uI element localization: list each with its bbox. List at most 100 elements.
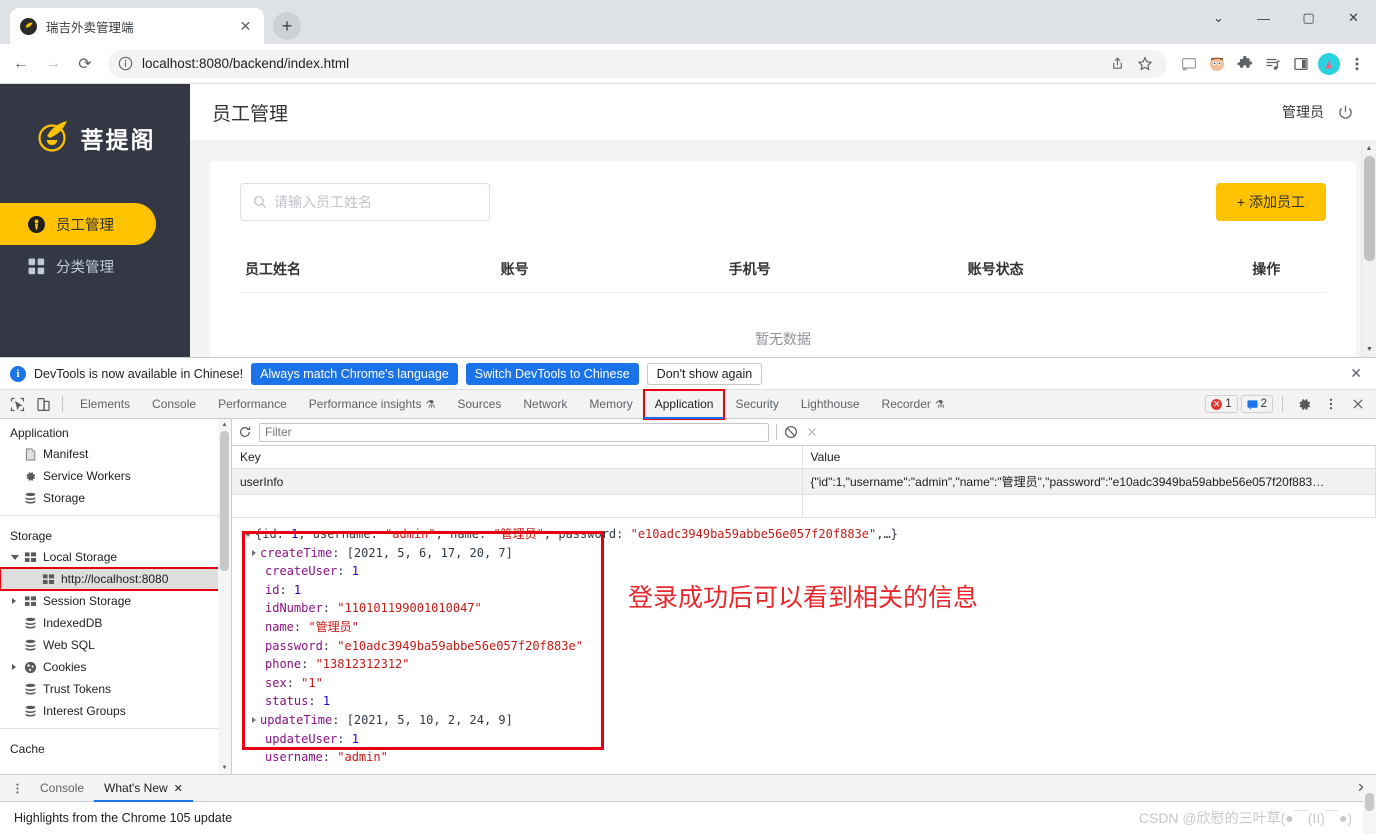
address-bar[interactable]: localhost:8080/backend/index.html [108,49,1167,78]
maximize-button[interactable]: ▢ [1286,0,1331,36]
json-property-status[interactable]: status: 1 [240,692,1376,711]
chevron-down-icon[interactable]: ⌄ [1196,0,1241,36]
json-property-sex[interactable]: sex: "1" [240,674,1376,693]
scroll-down-arrow[interactable]: ▼ [218,762,231,774]
json-property-username[interactable]: username: "admin" [240,748,1376,767]
minimize-button[interactable]: — [1241,0,1286,36]
sidebar-item-web-sql[interactable]: Web SQL [0,634,231,656]
scroll-down-arrow[interactable]: ▼ [1362,342,1376,357]
table-row[interactable]: userInfo {"id":1,"username":"admin","nam… [232,468,1376,495]
kebab-menu-icon[interactable] [1319,392,1343,416]
sidebar-item-indexeddb[interactable]: IndexedDB [0,612,231,634]
json-property-phone[interactable]: phone: "13812312312" [240,655,1376,674]
cell-value[interactable]: {"id":1,"username":"admin","name":"管理员",… [802,468,1376,495]
chevron-down-icon[interactable] [244,532,252,537]
sidebar-item-cookies[interactable]: Cookies [0,656,231,678]
scrollbar-thumb[interactable] [1365,793,1374,811]
forward-button[interactable]: → [38,49,68,79]
share-icon[interactable] [1105,52,1129,76]
sidebar-item-interest-groups[interactable]: Interest Groups [0,700,231,722]
sidebar-scrollbar[interactable]: ▲ ▼ [218,419,231,774]
kebab-menu-icon[interactable] [4,775,30,801]
cast-icon[interactable] [1175,50,1202,78]
json-property-password[interactable]: password: "e10adc3949ba59abbe56e057f20f8… [240,637,1376,656]
tab-lighthouse[interactable]: Lighthouse [790,390,871,419]
chevron-right-icon[interactable] [252,717,256,724]
scroll-up-arrow[interactable]: ▲ [218,419,231,431]
sidebar-item-manifest[interactable]: Manifest [0,443,231,465]
tab-sources[interactable]: Sources [446,390,512,419]
sidebar-item-service-workers[interactable]: Service Workers [0,465,231,487]
chevron-right-icon[interactable] [12,664,16,670]
json-summary-row[interactable]: {id: 1, username: "admin", name: "管理员", … [240,525,1376,544]
error-badge[interactable]: ✕ 1 [1205,395,1238,413]
window-close-button[interactable]: ✕ [1331,0,1376,36]
scrollbar-thumb[interactable] [220,431,229,571]
cell-key-empty[interactable] [232,494,803,518]
tab-security[interactable]: Security [724,390,789,419]
puzzle-extension-icon[interactable] [1231,50,1258,78]
chevron-right-icon[interactable] [252,550,256,557]
avatar-extension-icon[interactable] [1203,50,1230,78]
add-employee-button[interactable]: + 添加员工 [1215,183,1326,221]
drawer-scrollbar[interactable] [1363,775,1376,834]
drawer-tab-console[interactable]: Console [30,775,94,802]
clear-all-icon[interactable] [784,425,798,439]
browser-tab[interactable]: 瑞吉外卖管理端 ✕ [10,8,264,44]
refresh-icon[interactable] [238,425,252,439]
switch-to-chinese-button[interactable]: Switch DevTools to Chinese [465,362,639,385]
scrollbar-thumb[interactable] [1364,156,1375,261]
inspect-element-icon[interactable] [4,391,30,417]
new-tab-button[interactable]: + [273,12,301,40]
reading-list-icon[interactable] [1259,50,1286,78]
device-toolbar-icon[interactable] [30,391,56,417]
close-icon[interactable]: ✕ [237,18,254,35]
tab-network[interactable]: Network [512,390,578,419]
page-scrollbar[interactable]: ▲ ▼ [1361,141,1376,357]
reload-button[interactable]: ⟳ [70,49,100,79]
tab-application[interactable]: Application [642,388,726,420]
tab-recorder[interactable]: Recorder ⚗ [871,390,956,419]
sidebar-item-local-storage[interactable]: Local Storage [0,546,231,568]
json-property-updateTime[interactable]: updateTime: [2021, 5, 10, 2, 24, 9] [240,711,1376,730]
tab-elements[interactable]: Elements [69,390,141,419]
power-icon[interactable] [1337,104,1354,121]
close-icon[interactable] [1346,392,1370,416]
sidebar-item-session-storage[interactable]: Session Storage [0,590,231,612]
sidebar-item-localhost-origin[interactable]: http://localhost:8080 [0,567,231,591]
search-input[interactable] [274,194,477,210]
bookmark-star-icon[interactable] [1133,52,1157,76]
chevron-right-icon[interactable] [12,598,16,604]
dont-show-again-button[interactable]: Don't show again [646,362,763,385]
info-circle-icon[interactable] [118,56,133,71]
warning-badge[interactable]: 2 [1240,395,1273,413]
sidebar-item-trust-tokens[interactable]: Trust Tokens [0,678,231,700]
table-row-empty[interactable] [232,494,1376,518]
gear-icon[interactable] [1292,392,1316,416]
json-property-createTime[interactable]: createTime: [2021, 5, 6, 17, 20, 7] [240,544,1376,563]
sidebar-item-employee[interactable]: 员工管理 [0,203,156,245]
sidebar-item-category[interactable]: 分类管理 [0,245,190,287]
kebab-menu-icon[interactable] [1343,50,1370,78]
side-panel-icon[interactable] [1287,50,1314,78]
delete-selected-icon[interactable] [805,425,819,439]
tab-performance[interactable]: Performance [207,390,298,419]
back-button[interactable]: ← [6,49,36,79]
chevron-down-icon[interactable] [11,554,19,560]
cell-value-empty[interactable] [802,494,1376,518]
tab-console[interactable]: Console [141,390,207,419]
scroll-up-arrow[interactable]: ▲ [1362,141,1376,156]
sidebar-item-storage[interactable]: Storage [0,487,231,509]
always-match-language-button[interactable]: Always match Chrome's language [251,362,458,385]
search-box[interactable] [240,183,490,221]
drawer-tab-whats-new[interactable]: What's New ✕ [94,775,193,802]
json-property-name[interactable]: name: "管理员" [240,618,1376,637]
close-icon[interactable]: ✕ [174,782,183,795]
tab-performance-insights[interactable]: Performance insights ⚗ [298,390,447,419]
close-icon[interactable]: ✕ [1350,365,1366,382]
json-property-updateUser[interactable]: updateUser: 1 [240,730,1376,749]
profile-icon[interactable] [1315,50,1342,78]
cell-key[interactable]: userInfo [232,468,803,495]
tab-memory[interactable]: Memory [578,390,643,419]
filter-input[interactable] [259,422,769,442]
